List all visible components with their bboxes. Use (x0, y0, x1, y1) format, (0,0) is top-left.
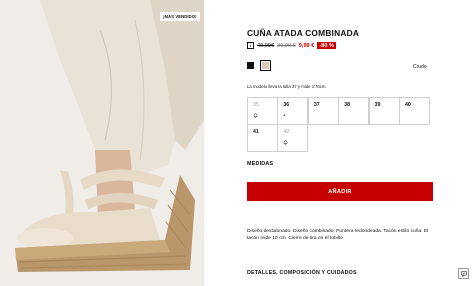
bell-icon (283, 140, 288, 147)
price-row: i 49,99€ 39,99 € 9,99 € -80 % (247, 42, 336, 49)
size-option-41[interactable]: 41 (247, 124, 278, 153)
size-option-40[interactable]: 40 (399, 97, 431, 125)
size-label: 36 (283, 102, 290, 108)
size-label: 42 (283, 129, 290, 136)
price-previous: 39,99 € (277, 42, 296, 49)
selected-color-name: Crudo (413, 64, 427, 70)
size-option-37[interactable]: 37 (307, 97, 339, 125)
product-title: CUÑA ATADA COMBINADA (247, 28, 360, 38)
product-image[interactable]: ¡MÁS VENDIDO! (0, 0, 204, 286)
low-stock-dot: • (283, 113, 286, 119)
measurements-link[interactable]: MEDIDAS (247, 161, 273, 167)
size-option-39[interactable]: 39 (368, 97, 400, 125)
size-label: 35 (253, 102, 259, 108)
chat-icon[interactable] (458, 268, 469, 279)
size-label: 41 (253, 129, 259, 136)
size-option-35[interactable]: 35 (247, 97, 278, 125)
color-swatch-black[interactable] (247, 62, 254, 69)
size-option-42[interactable]: 42 (277, 124, 309, 153)
size-row: 41 42 (247, 124, 433, 153)
size-option-36[interactable]: 36 • (277, 97, 309, 125)
size-row: 35 36 • 37 38 39 40 (247, 97, 433, 125)
price-current: 9,99 € (298, 42, 315, 49)
details-composition-link[interactable]: DETALLES, COMPOSICIÓN Y CUIDADOS (247, 270, 357, 276)
size-label: 37 (313, 102, 320, 108)
add-to-cart-button[interactable]: AÑADIR (247, 182, 433, 201)
bell-icon (253, 113, 258, 120)
price-original: 49,99€ (257, 42, 275, 49)
product-description: Diseño destalonado. Diseño combinado. Pu… (247, 229, 429, 242)
size-label: 39 (374, 102, 381, 108)
model-size-note: La modelo lleva la talla 37 y mide 1'76c… (247, 84, 327, 89)
size-selector: 35 36 • 37 38 39 40 41 42 (247, 97, 433, 153)
info-icon[interactable]: i (247, 42, 254, 49)
discount-badge: -80 % (317, 42, 336, 49)
size-label: 40 (405, 102, 411, 108)
best-seller-badge: ¡MÁS VENDIDO! (160, 12, 200, 21)
product-photo-illustration (0, 0, 204, 286)
color-swatch-crudo[interactable] (260, 60, 271, 71)
size-option-38[interactable]: 38 (338, 97, 370, 125)
size-label: 38 (344, 102, 350, 108)
